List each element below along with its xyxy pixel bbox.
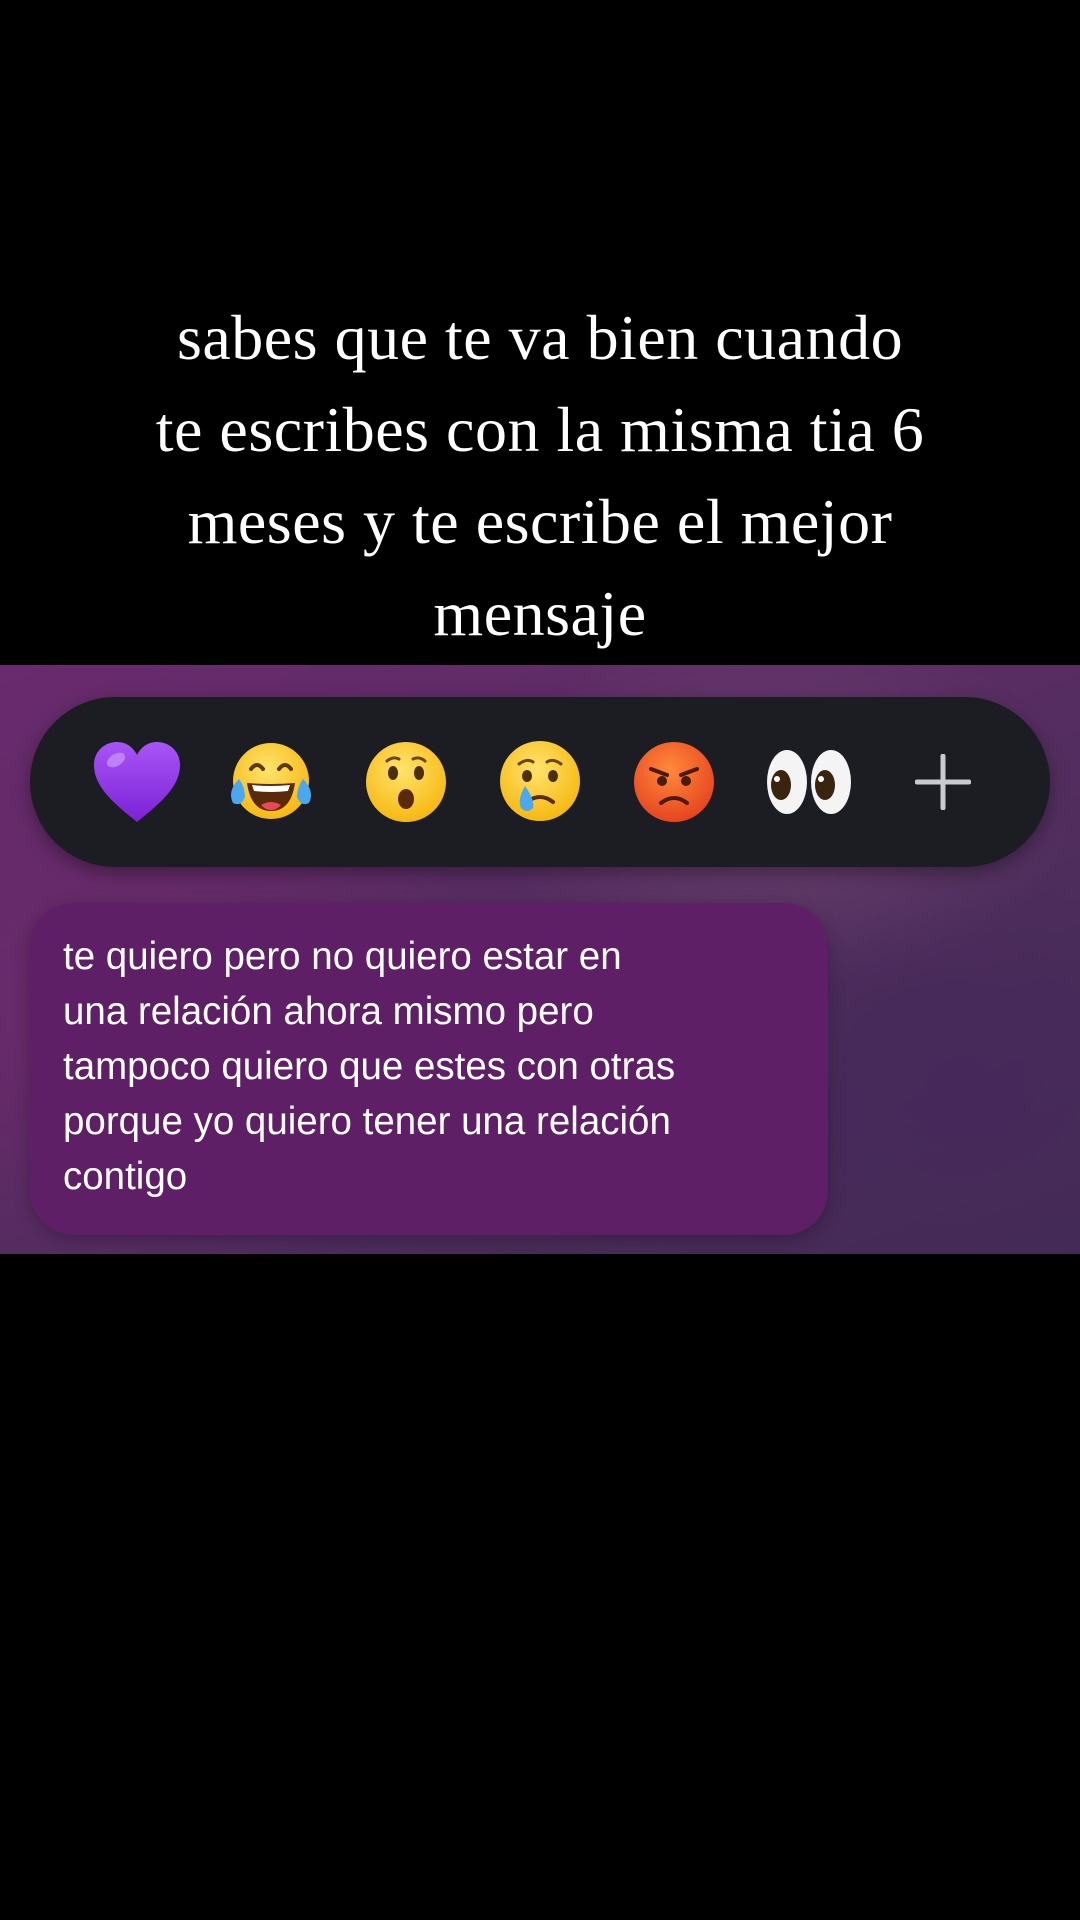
message-line: una relación ahora mismo pero bbox=[63, 990, 594, 1033]
caption-line: te escribes con la misma tia 6 bbox=[155, 394, 925, 465]
reaction-picker bbox=[30, 697, 1050, 867]
plus-icon[interactable] bbox=[893, 732, 993, 832]
eyes-icon[interactable] bbox=[759, 732, 859, 832]
face-with-tears-of-joy-icon[interactable] bbox=[221, 732, 321, 832]
caption-line: sabes que te va bien cuando bbox=[176, 302, 904, 373]
message-line: contigo bbox=[63, 1155, 188, 1198]
chat-screenshot: te quiero pero no quiero estar en una re… bbox=[0, 665, 1080, 1254]
purple-heart-icon[interactable] bbox=[87, 732, 187, 832]
message-bubble[interactable]: te quiero pero no quiero estar en una re… bbox=[30, 903, 828, 1235]
face-with-open-mouth-icon[interactable] bbox=[356, 732, 456, 832]
message-line: tampoco quiero que estes con otras bbox=[63, 1045, 676, 1088]
caption-line: meses y te escribe el mejor bbox=[187, 486, 893, 557]
message-line: te quiero pero no quiero estar en bbox=[63, 935, 622, 978]
caption-text: sabes que te va bien cuando te escribes … bbox=[60, 292, 1020, 660]
pouting-face-icon[interactable] bbox=[624, 732, 724, 832]
crying-face-icon[interactable] bbox=[490, 732, 590, 832]
message-line: porque yo quiero tener una relación bbox=[63, 1100, 671, 1143]
caption-line: mensaje bbox=[433, 578, 647, 649]
